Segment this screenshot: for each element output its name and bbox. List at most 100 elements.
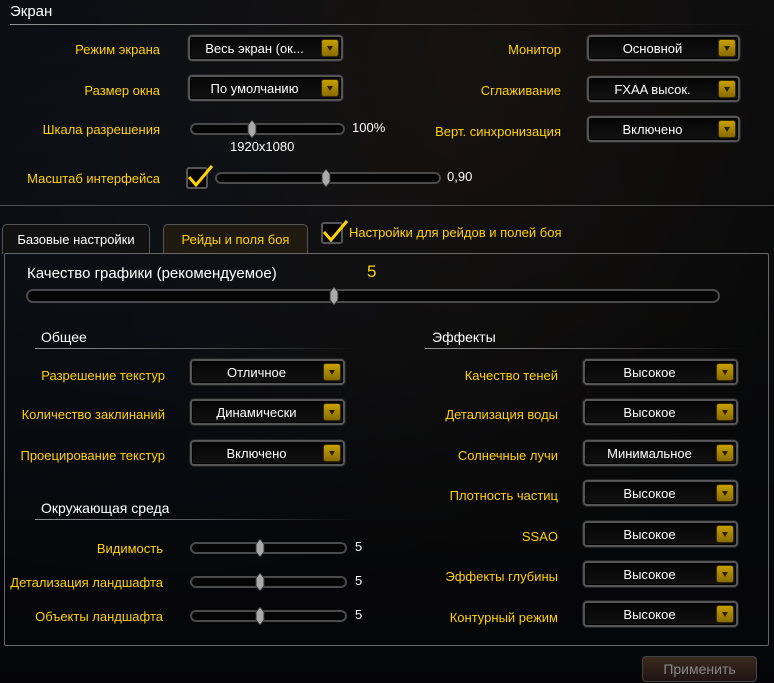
- chevron-down-icon: [718, 120, 736, 138]
- monitor-value: Основной: [622, 41, 683, 56]
- window-size-value: По умолчанию: [210, 81, 299, 96]
- ui-scale-label: Масштаб интерфейса: [27, 171, 160, 186]
- chevron-down-icon: [323, 403, 341, 421]
- environment-detail-slider[interactable]: [190, 572, 347, 592]
- section-title-environment: Окружающая среда: [41, 500, 170, 516]
- ui-scale-checkbox[interactable]: [186, 165, 214, 189]
- tab-base-settings[interactable]: Базовые настройки: [2, 224, 150, 254]
- depth-effects-label: Эффекты глубины: [445, 569, 558, 584]
- particle-density-label: Плотность частиц: [449, 488, 558, 503]
- antialiasing-value: FXAA высок.: [614, 82, 691, 97]
- spell-density-dropdown[interactable]: Динамически: [190, 399, 345, 425]
- chevron-down-icon: [718, 39, 736, 57]
- graphics-quality-slider[interactable]: [26, 286, 720, 306]
- ui-scale-slider[interactable]: [215, 168, 441, 188]
- shadow-quality-label: Качество теней: [464, 368, 558, 383]
- render-scale-slider[interactable]: [190, 119, 345, 139]
- raid-settings-checkbox[interactable]: [321, 220, 349, 244]
- ssao-value: Высокое: [623, 527, 676, 542]
- texture-resolution-value: Отличное: [226, 365, 287, 380]
- outline-mode-value: Высокое: [623, 607, 676, 622]
- view-distance-value: 5: [355, 539, 363, 554]
- antialiasing-label: Сглаживание: [480, 83, 561, 98]
- apply-button[interactable]: Применить: [642, 656, 757, 682]
- particle-density-dropdown[interactable]: Высокое: [583, 480, 738, 506]
- sunshafts-label: Солнечные лучи: [457, 448, 558, 463]
- ssao-label: SSAO: [521, 529, 558, 544]
- ground-clutter-label: Объекты ландшафта: [35, 609, 163, 624]
- chevron-down-icon: [323, 363, 341, 381]
- slider-thumb-icon[interactable]: [247, 119, 257, 139]
- chevron-down-icon: [718, 80, 736, 98]
- chevron-down-icon: [321, 39, 339, 57]
- depth-effects-value: Высокое: [623, 567, 676, 582]
- environment-detail-label: Детализация ландшафта: [10, 575, 163, 590]
- outline-mode-label: Контурный режим: [449, 610, 558, 625]
- chevron-down-icon: [716, 525, 734, 543]
- divider: [425, 348, 747, 349]
- shadow-quality-value: Высокое: [623, 365, 676, 380]
- graphics-quality-label: Качество графики (рекомендуемое): [27, 265, 277, 282]
- spell-density-value: Динамически: [216, 405, 297, 420]
- render-scale-label: Шкала разрешения: [42, 122, 160, 137]
- view-distance-slider[interactable]: [190, 538, 347, 558]
- texture-resolution-label: Разрешение текстур: [41, 368, 165, 383]
- monitor-dropdown[interactable]: Основной: [587, 35, 740, 61]
- divider: [35, 519, 357, 520]
- projected-textures-dropdown[interactable]: Включено: [190, 440, 345, 466]
- antialiasing-dropdown[interactable]: FXAA высок.: [587, 76, 740, 102]
- environment-detail-value: 5: [355, 573, 363, 588]
- depth-effects-dropdown[interactable]: Высокое: [583, 561, 738, 587]
- liquid-detail-dropdown[interactable]: Высокое: [583, 399, 738, 425]
- ui-scale-value: 0,90: [447, 169, 473, 184]
- chevron-down-icon: [321, 79, 339, 97]
- ground-clutter-slider[interactable]: [190, 606, 347, 626]
- sunshafts-dropdown[interactable]: Минимальное: [583, 440, 738, 466]
- shadow-quality-dropdown[interactable]: Высокое: [583, 359, 738, 385]
- window-size-label: Размер окна: [84, 83, 160, 98]
- texture-resolution-dropdown[interactable]: Отличное: [190, 359, 345, 385]
- graphics-quality-value: 5: [367, 262, 377, 281]
- projected-textures-label: Проецирование текстур: [20, 448, 165, 463]
- liquid-detail-label: Детализация воды: [445, 407, 558, 422]
- display-mode-dropdown[interactable]: Весь экран (ок...: [188, 35, 343, 61]
- checkmark-icon: [187, 165, 214, 188]
- slider-thumb-icon[interactable]: [255, 606, 265, 626]
- section-title-effects: Эффекты: [432, 329, 496, 345]
- chevron-down-icon: [716, 605, 734, 623]
- tab-raids-battlegrounds[interactable]: Рейды и поля боя: [163, 224, 308, 254]
- display-mode-value: Весь экран (ок...: [205, 41, 304, 56]
- liquid-detail-value: Высокое: [623, 405, 676, 420]
- divider: [10, 24, 760, 25]
- slider-thumb-icon[interactable]: [321, 168, 331, 188]
- slider-thumb-icon[interactable]: [329, 286, 339, 306]
- chevron-down-icon: [716, 363, 734, 381]
- projected-textures-value: Включено: [226, 446, 287, 461]
- sunshafts-value: Минимальное: [607, 446, 692, 461]
- checkmark-icon: [322, 220, 349, 243]
- vsync-label: Верт. синхронизация: [435, 124, 561, 139]
- slider-thumb-icon[interactable]: [255, 572, 265, 592]
- display-mode-label: Режим экрана: [75, 42, 160, 57]
- vsync-value: Включено: [622, 122, 683, 137]
- view-distance-label: Видимость: [96, 541, 163, 556]
- spell-density-label: Количество заклинаний: [21, 407, 165, 422]
- render-resolution-value: 1920x1080: [230, 139, 295, 154]
- monitor-label: Монитор: [508, 42, 561, 57]
- divider: [0, 205, 774, 206]
- slider-thumb-icon[interactable]: [255, 538, 265, 558]
- particle-density-value: Высокое: [623, 486, 676, 501]
- outline-mode-dropdown[interactable]: Высокое: [583, 601, 738, 627]
- ssao-dropdown[interactable]: Высокое: [583, 521, 738, 547]
- vsync-dropdown[interactable]: Включено: [587, 116, 740, 142]
- window-size-dropdown[interactable]: По умолчанию: [188, 75, 343, 101]
- render-scale-value: 100%: [352, 120, 386, 135]
- section-title-general: Общее: [41, 329, 87, 345]
- chevron-down-icon: [716, 444, 734, 462]
- chevron-down-icon: [323, 444, 341, 462]
- section-title-screen: Экран: [10, 3, 53, 20]
- ground-clutter-value: 5: [355, 607, 363, 622]
- divider: [35, 348, 357, 349]
- raid-settings-label: Настройки для рейдов и полей боя: [349, 225, 562, 240]
- chevron-down-icon: [716, 484, 734, 502]
